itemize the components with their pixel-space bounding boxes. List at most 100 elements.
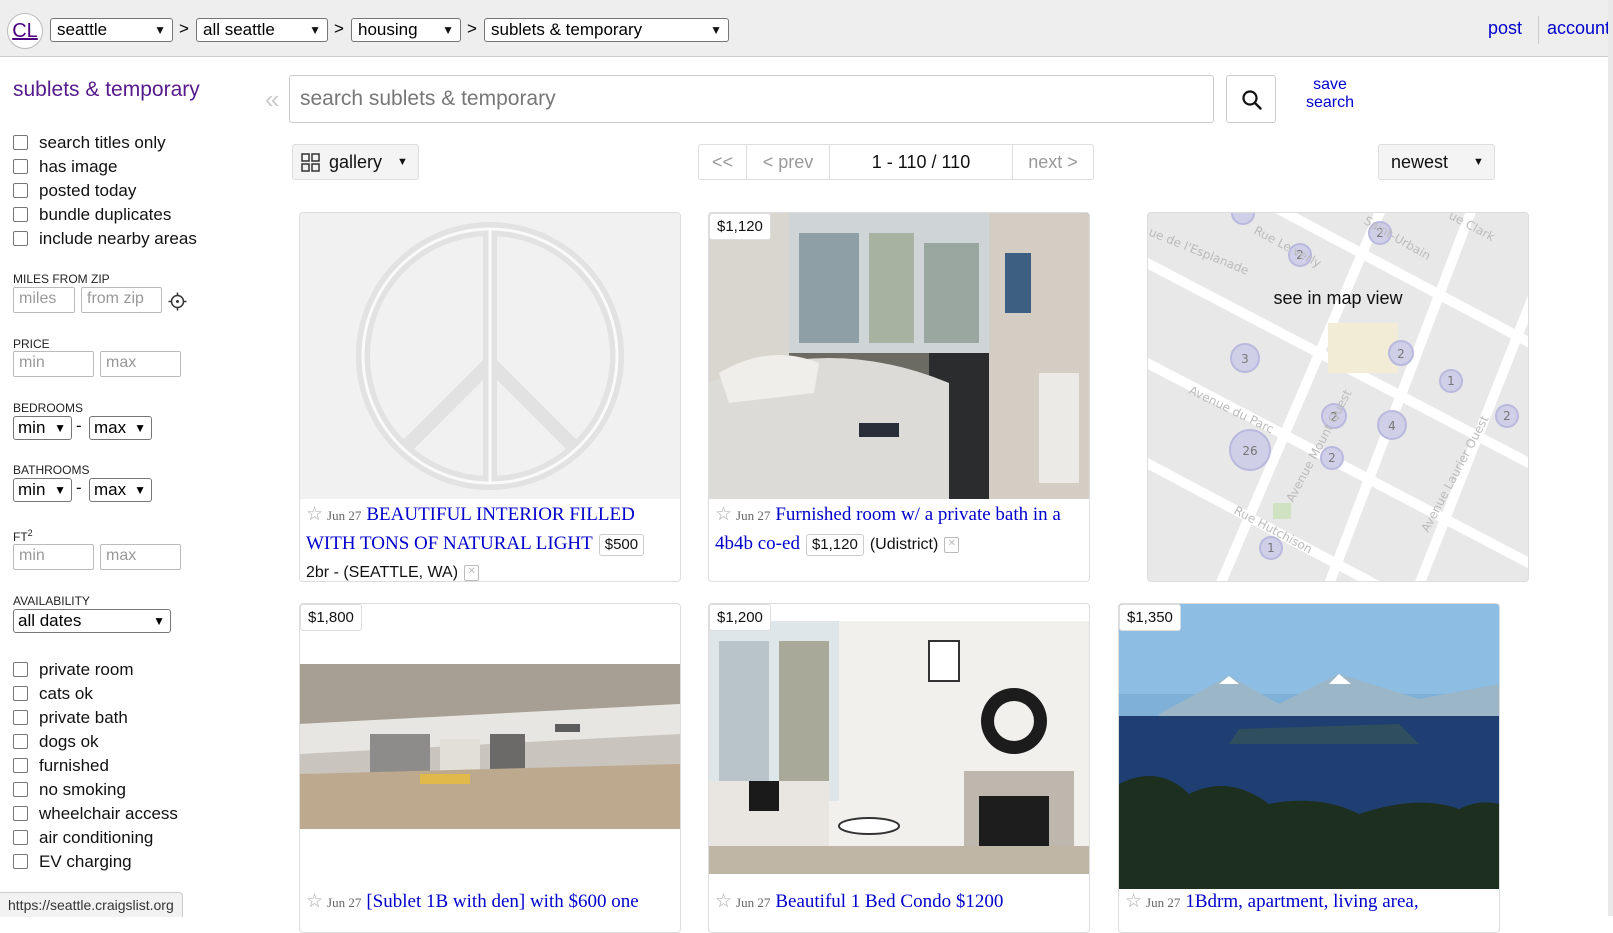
chevron-down-icon: ▼ bbox=[154, 23, 166, 37]
listing-image[interactable] bbox=[300, 664, 680, 829]
listing-meta: ☆ Jun 27 Furnished room w/ a private bath … bbox=[715, 500, 1083, 559]
map-card[interactable]: 223 212 4 2 26 21 ue de l'Esplanade Rue Le… bbox=[1147, 212, 1529, 582]
category-select[interactable]: housing ▼ bbox=[351, 18, 461, 42]
apartment-photo bbox=[300, 664, 680, 829]
listing-card[interactable]: $1,200 ☆ Jun 27 Beautiful 1 Bed Condo $120… bbox=[708, 603, 1090, 933]
locate-me-icon[interactable] bbox=[168, 292, 187, 311]
chevron-down-icon: ▼ bbox=[710, 23, 722, 37]
sqft-min-input[interactable]: min bbox=[13, 544, 94, 570]
search-button[interactable] bbox=[1226, 75, 1276, 123]
checkbox-box[interactable] bbox=[13, 662, 28, 677]
star-icon[interactable]: ☆ bbox=[715, 890, 732, 912]
checkbox-box[interactable] bbox=[13, 806, 28, 821]
hide-listing-icon[interactable]: ✕ bbox=[944, 536, 960, 553]
craigslist-logo[interactable]: CL bbox=[7, 13, 43, 49]
checkbox-label: private bath bbox=[39, 708, 128, 727]
listing-placeholder-image[interactable] bbox=[300, 213, 680, 499]
listing-meta: ☆ Jun 27 [Sublet 1B with den] with $600 on… bbox=[306, 887, 674, 917]
area-select[interactable]: all seattle ▼ bbox=[196, 18, 328, 42]
account-link[interactable]: account bbox=[1547, 18, 1610, 39]
star-icon[interactable]: ☆ bbox=[1125, 890, 1142, 912]
water-view-photo bbox=[1119, 604, 1499, 889]
listing-card[interactable]: $1,350 ☆ Jun 27 1Bdrm, apartment, living a… bbox=[1118, 603, 1500, 933]
checkbox-box[interactable] bbox=[13, 782, 28, 797]
chevron-down-icon: ▼ bbox=[134, 421, 146, 435]
svg-text:3: 3 bbox=[1241, 352, 1249, 366]
checkbox-label: furnished bbox=[39, 756, 109, 775]
sqft-superscript: 2 bbox=[27, 528, 33, 538]
availability-select[interactable]: all dates ▼ bbox=[13, 609, 171, 633]
save-search-link[interactable]: save search bbox=[1298, 76, 1362, 112]
hide-listing-icon[interactable]: ✕ bbox=[464, 564, 480, 581]
post-link[interactable]: post bbox=[1488, 18, 1522, 39]
checkbox-box[interactable] bbox=[13, 135, 28, 150]
bathrooms-max-select[interactable]: max ▼ bbox=[89, 478, 152, 502]
prev-page-button[interactable]: < prev bbox=[747, 145, 830, 179]
checkbox-box[interactable] bbox=[13, 710, 28, 725]
range-dash: - bbox=[76, 478, 82, 497]
star-icon[interactable]: ☆ bbox=[306, 503, 323, 525]
sqft-label-text: FT bbox=[13, 530, 28, 544]
listing-image[interactable] bbox=[1119, 604, 1499, 889]
checkbox-box[interactable] bbox=[13, 854, 28, 869]
listing-image[interactable] bbox=[709, 621, 1089, 874]
chevron-down-icon: ▼ bbox=[1473, 156, 1484, 168]
price-label: PRICE bbox=[13, 337, 50, 351]
star-icon[interactable]: ☆ bbox=[715, 503, 732, 525]
listing-card[interactable]: ☆ Jun 27 BEAUTIFUL INTERIOR FILLED WITH TO… bbox=[299, 212, 681, 582]
map-view-link[interactable]: see in map view bbox=[1148, 288, 1528, 309]
checkbox-box[interactable] bbox=[13, 159, 28, 174]
checkbox-box[interactable] bbox=[13, 207, 28, 222]
checkbox-label: air conditioning bbox=[39, 828, 154, 847]
sqft-max-input[interactable]: max bbox=[100, 544, 181, 570]
subcategory-select[interactable]: sublets & temporary ▼ bbox=[484, 18, 729, 42]
checkbox-box[interactable] bbox=[13, 734, 28, 749]
next-page-button[interactable]: next > bbox=[1013, 145, 1093, 179]
checkbox-box[interactable] bbox=[13, 686, 28, 701]
listing-price-tag: $1,120 bbox=[709, 213, 771, 240]
subcategory-select-value: sublets & temporary bbox=[491, 20, 643, 39]
price-min-input[interactable]: min bbox=[13, 351, 94, 377]
listing-details: 2br - (SEATTLE, WA) bbox=[306, 564, 459, 581]
chevron-down-icon: ▼ bbox=[54, 483, 66, 497]
view-mode-button[interactable]: gallery ▼ bbox=[292, 144, 419, 180]
bedrooms-min-select[interactable]: min ▼ bbox=[13, 416, 72, 440]
listing-card[interactable]: $1,120 ☆ Jun 27 Furnished room w/ a privat… bbox=[708, 212, 1090, 582]
sort-select[interactable]: newest ▼ bbox=[1378, 144, 1495, 180]
checkbox-box[interactable] bbox=[13, 183, 28, 198]
zip-input[interactable]: from zip bbox=[81, 287, 162, 313]
listing-title-link[interactable]: Beautiful 1 Bed Condo $1200 bbox=[775, 891, 1003, 912]
listing-title-link[interactable]: [Sublet 1B with den] with $600 one bbox=[366, 891, 638, 912]
svg-text:26: 26 bbox=[1242, 444, 1257, 458]
top-header: CL seattle ▼ > all seattle ▼ > housing ▼ > … bbox=[0, 0, 1613, 57]
listing-meta: ☆ Jun 27 BEAUTIFUL INTERIOR FILLED WITH TO… bbox=[306, 500, 674, 581]
listing-card[interactable]: $1,800 ☆ Jun 27 [Sublet 1B with den] with … bbox=[299, 603, 681, 933]
miles-input[interactable]: miles bbox=[13, 287, 75, 313]
map-view: 223 212 4226 21 ue de l'Esplanade Rue Le… bbox=[1148, 213, 1528, 581]
checkbox-box[interactable] bbox=[13, 758, 28, 773]
listing-title-link[interactable]: 1Bdrm, apartment, living area, bbox=[1185, 891, 1418, 912]
breadcrumb-separator: > bbox=[467, 19, 477, 38]
bathrooms-label: BATHROOMS bbox=[13, 463, 90, 477]
area-select-value: all seattle bbox=[203, 20, 275, 39]
checkbox-box[interactable] bbox=[13, 830, 28, 845]
bathrooms-min-select[interactable]: min ▼ bbox=[13, 478, 72, 502]
peace-sign-icon bbox=[356, 222, 624, 490]
listing-price: $500 bbox=[598, 534, 645, 556]
svg-text:4: 4 bbox=[1388, 419, 1396, 433]
first-page-button[interactable]: << bbox=[699, 145, 747, 179]
listing-date: Jun 27 bbox=[736, 895, 771, 910]
search-input[interactable]: search sublets & temporary bbox=[289, 75, 1214, 123]
listing-date: Jun 27 bbox=[1146, 895, 1181, 910]
star-icon[interactable]: ☆ bbox=[306, 890, 323, 912]
collapse-sidebar-icon[interactable]: « bbox=[265, 84, 279, 115]
bedrooms-max-select[interactable]: max ▼ bbox=[89, 416, 152, 440]
svg-text:2: 2 bbox=[1503, 409, 1511, 423]
price-max-input[interactable]: max bbox=[100, 351, 181, 377]
city-select[interactable]: seattle ▼ bbox=[50, 18, 173, 42]
checkbox-box[interactable] bbox=[13, 231, 28, 246]
miles-from-zip-label: MILES FROM ZIP bbox=[13, 272, 110, 286]
listing-date: Jun 27 bbox=[327, 508, 362, 523]
checkbox-label: no smoking bbox=[39, 780, 126, 799]
listing-image[interactable] bbox=[709, 213, 1089, 499]
